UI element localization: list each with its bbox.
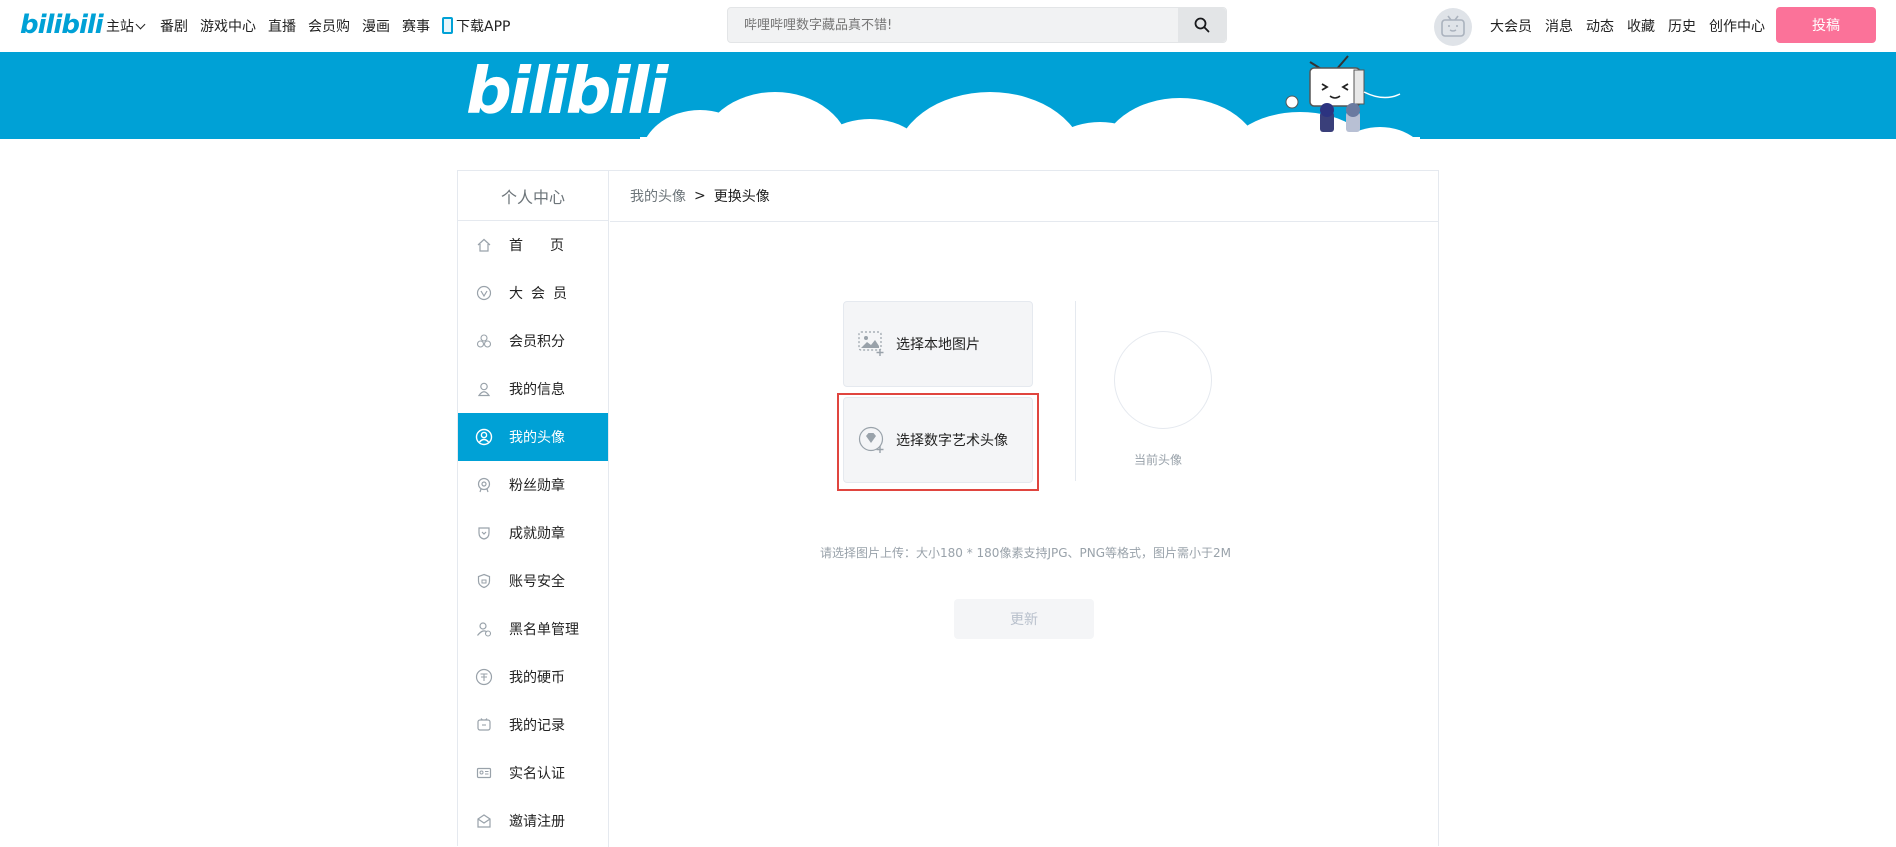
fan-medal-icon: [475, 476, 493, 494]
sidebar-item-account-security[interactable]: 账号安全: [458, 557, 608, 605]
sidebar-item-invite[interactable]: 邀请注册: [458, 797, 608, 845]
sidebar-item-label: 我的头像: [509, 430, 565, 446]
points-icon: [475, 332, 493, 350]
achievement-icon: [475, 524, 493, 542]
header-banner: bilibili: [0, 52, 1896, 139]
sidebar-item-my-avatar[interactable]: 我的头像: [458, 413, 608, 461]
nav-game-center[interactable]: 游戏中心: [200, 16, 256, 36]
sidebar-item-blacklist[interactable]: 黑名单管理: [458, 605, 608, 653]
sidebar-item-label: 账号安全: [509, 574, 565, 590]
search-input[interactable]: [728, 8, 1178, 42]
breadcrumb: 我的头像 > 更换头像: [610, 171, 1438, 222]
main-nav: 主站 番剧 游戏中心 直播 会员购 漫画 赛事 下载APP: [106, 0, 510, 52]
nav-mall[interactable]: 会员购: [308, 16, 350, 36]
current-avatar-label: 当前头像: [1134, 453, 1183, 467]
breadcrumb-separator: >: [694, 188, 706, 204]
search-box: [727, 7, 1227, 43]
banner-logo: bilibili: [466, 55, 668, 129]
sidebar-item-label: 成就勋章: [509, 526, 565, 542]
sidebar-item-label: 黑名单管理: [509, 622, 579, 638]
content-area: 我的头像 > 更换头像 选择本地图片 选择数字艺术头像 当前头像 请选择图片上传…: [610, 171, 1438, 847]
sidebar-item-label: 大会员: [509, 286, 575, 302]
upload-button[interactable]: 投稿: [1776, 7, 1876, 43]
phone-icon: [442, 17, 453, 34]
nav-dynamics[interactable]: 动态: [1586, 16, 1614, 36]
sidebar-item-fan-medal[interactable]: 粉丝勋章: [458, 461, 608, 509]
user-avatar[interactable]: [1434, 8, 1472, 46]
tv-face-icon: [1441, 15, 1465, 37]
nav-favorites[interactable]: 收藏: [1627, 16, 1655, 36]
user-icon: [475, 380, 493, 398]
sidebar-item-label: 我的信息: [509, 382, 565, 398]
nav-anime[interactable]: 番剧: [160, 16, 188, 36]
highlight-box: [837, 393, 1039, 491]
sidebar-item-label: 粉丝勋章: [509, 478, 565, 494]
select-local-image-label: 选择本地图片: [896, 337, 980, 353]
home-icon: [475, 236, 493, 254]
select-local-image-button[interactable]: 选择本地图片: [843, 301, 1033, 387]
sidebar-item-label: 我的硬币: [509, 670, 565, 686]
nav-history[interactable]: 历史: [1668, 16, 1696, 36]
current-avatar-preview: [1114, 331, 1212, 429]
top-nav-bar: bilibili 主站 番剧 游戏中心 直播 会员购 漫画 赛事 下载APP 大…: [0, 0, 1896, 52]
record-icon: [475, 716, 493, 734]
nav-manga[interactable]: 漫画: [362, 16, 390, 36]
sidebar-item-home[interactable]: 首页: [458, 221, 608, 269]
image-upload-icon: [858, 330, 886, 358]
invite-icon: [475, 812, 493, 830]
sidebar-item-label: 我的记录: [509, 718, 565, 734]
breadcrumb-parent[interactable]: 我的头像: [630, 186, 686, 206]
sidebar-item-my-info[interactable]: 我的信息: [458, 365, 608, 413]
sidebar-item-my-coins[interactable]: 我的硬币: [458, 653, 608, 701]
sidebar-item-real-name[interactable]: 实名认证: [458, 749, 608, 797]
upload-hint: 请选择图片上传：大小180 * 180像素支持JPG、PNG等格式，图片需小于2…: [820, 546, 1232, 560]
nav-main-site-label: 主站: [106, 19, 134, 35]
sidebar-item-points[interactable]: 会员积分: [458, 317, 608, 365]
shield-icon: [475, 572, 493, 590]
vertical-divider: [1075, 301, 1076, 481]
user-nav: 大会员 消息 动态 收藏 历史 创作中心: [1490, 0, 1765, 52]
nav-live[interactable]: 直播: [268, 16, 296, 36]
search-button[interactable]: [1178, 8, 1226, 42]
update-button[interactable]: 更新: [954, 599, 1094, 639]
sidebar-item-label: 首页: [509, 238, 591, 254]
nav-vip[interactable]: 大会员: [1490, 16, 1532, 36]
avatar-icon: [475, 428, 493, 446]
nav-download-app[interactable]: 下载APP: [442, 16, 510, 36]
sidebar-item-label: 实名认证: [509, 766, 565, 782]
nav-esports[interactable]: 赛事: [402, 16, 430, 36]
breadcrumb-current: 更换头像: [713, 189, 770, 205]
sidebar-item-label: 邀请注册: [509, 814, 565, 830]
cloud-decoration: [640, 92, 1420, 139]
coin-icon: [475, 668, 493, 686]
sidebar: 个人中心 首页 大会员 会员积分 我的信息 我的头像 粉丝勋章 成就勋章 账号安…: [458, 171, 609, 847]
sidebar-item-my-records[interactable]: 我的记录: [458, 701, 608, 749]
chevron-down-icon: [135, 19, 146, 30]
main-panel: 个人中心 首页 大会员 会员积分 我的信息 我的头像 粉丝勋章 成就勋章 账号安…: [457, 170, 1439, 847]
search-icon: [1194, 17, 1210, 33]
tv-mascot-icon: [1285, 55, 1401, 132]
nav-messages[interactable]: 消息: [1545, 16, 1573, 36]
sidebar-item-vip[interactable]: 大会员: [458, 269, 608, 317]
id-card-icon: [475, 764, 493, 782]
nav-creator-center[interactable]: 创作中心: [1709, 16, 1765, 36]
sidebar-item-achievement[interactable]: 成就勋章: [458, 509, 608, 557]
sidebar-title: 个人中心: [458, 171, 608, 221]
bilibili-logo[interactable]: bilibili: [20, 10, 104, 40]
vip-icon: [475, 284, 493, 302]
sidebar-item-label: 会员积分: [509, 334, 565, 350]
nav-main-site[interactable]: 主站: [106, 16, 148, 36]
nav-download-app-label: 下载APP: [456, 19, 511, 35]
blacklist-icon: [475, 620, 493, 638]
